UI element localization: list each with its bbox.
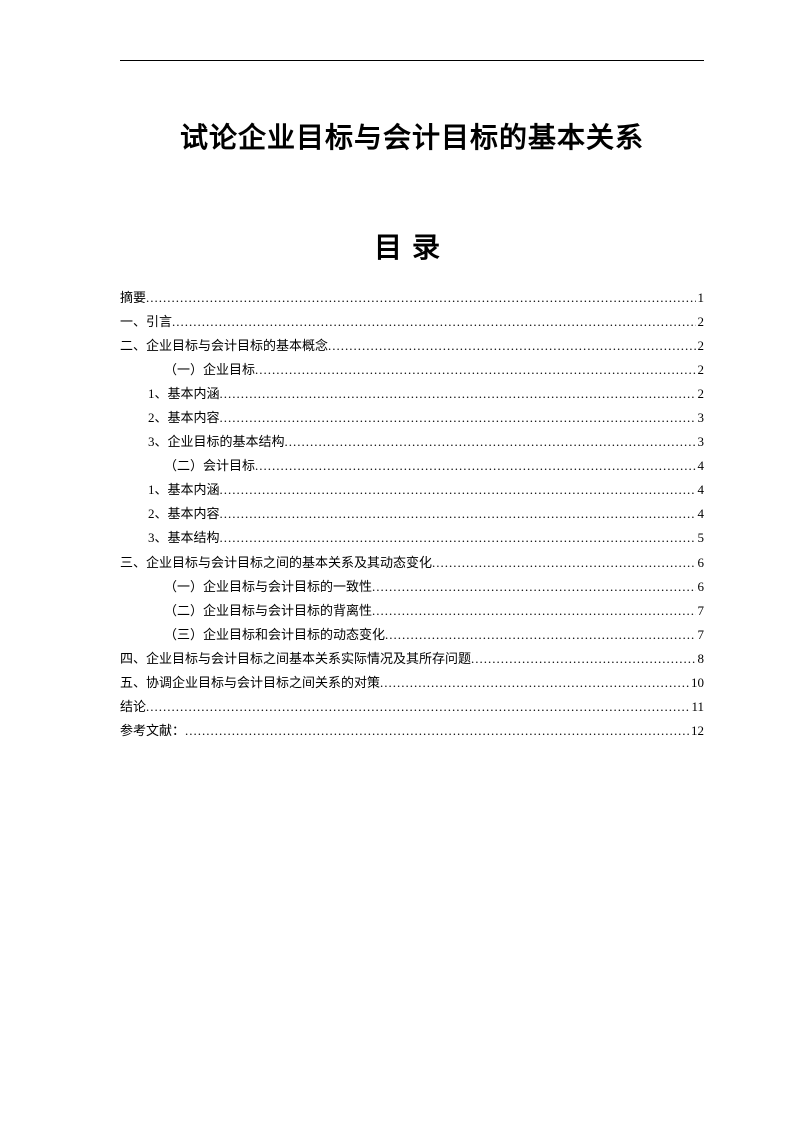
toc-entry-page: 12 bbox=[689, 719, 704, 743]
toc-entry-page: 5 bbox=[696, 526, 705, 550]
toc-entry-page: 6 bbox=[696, 551, 705, 575]
toc-entry: 二、企业目标与会计目标的基本概念 2 bbox=[120, 334, 704, 358]
toc-entry: （二）企业目标与会计目标的背离性 7 bbox=[120, 599, 704, 623]
toc-entry-label: 四、企业目标与会计目标之间基本关系实际情况及其所存问题 bbox=[120, 647, 471, 671]
toc-entry-label: 2、基本内容 bbox=[148, 406, 220, 430]
toc-entry-page: 3 bbox=[696, 406, 705, 430]
toc-entry-label: （三）企业目标和会计目标的动态变化 bbox=[164, 623, 385, 647]
table-of-contents: 摘要1一、引言2二、企业目标与会计目标的基本概念2（一）企业目标21、基本内涵2… bbox=[120, 286, 704, 743]
toc-entry: 3、企业目标的基本结构 3 bbox=[120, 430, 704, 454]
toc-leader-dots bbox=[185, 719, 689, 743]
toc-leader-dots bbox=[328, 334, 695, 358]
toc-entry-label: 二、企业目标与会计目标的基本概念 bbox=[120, 334, 328, 358]
toc-entry-page: 11 bbox=[689, 695, 704, 719]
toc-leader-dots bbox=[285, 430, 696, 454]
toc-entry-page: 7 bbox=[696, 599, 705, 623]
toc-entry: （二）会计目标 4 bbox=[120, 454, 704, 478]
toc-entry: 参考文献： 12 bbox=[120, 719, 704, 743]
toc-entry-label: （二）企业目标与会计目标的背离性 bbox=[164, 599, 372, 623]
toc-entry-label: （二）会计目标 bbox=[164, 454, 255, 478]
toc-leader-dots bbox=[471, 647, 695, 671]
toc-entry-label: 2、基本内容 bbox=[148, 502, 220, 526]
toc-heading: 目录 bbox=[120, 226, 704, 266]
toc-leader-dots bbox=[220, 478, 696, 502]
toc-entry: 四、企业目标与会计目标之间基本关系实际情况及其所存问题 8 bbox=[120, 647, 704, 671]
toc-entry-page: 4 bbox=[696, 502, 705, 526]
toc-leader-dots bbox=[380, 671, 689, 695]
toc-entry: 五、协调企业目标与会计目标之间关系的对策 10 bbox=[120, 671, 704, 695]
toc-leader-dots bbox=[255, 358, 695, 382]
toc-entry-page: 4 bbox=[696, 478, 705, 502]
toc-entry-label: 3、企业目标的基本结构 bbox=[148, 430, 285, 454]
toc-entry: 摘要 1 bbox=[120, 286, 704, 310]
toc-entry-label: 摘要 bbox=[120, 286, 146, 310]
toc-entry-page: 2 bbox=[696, 382, 705, 406]
toc-entry: 1、基本内涵 4 bbox=[120, 478, 704, 502]
toc-entry-label: 一、引言 bbox=[120, 310, 172, 334]
toc-entry: （三）企业目标和会计目标的动态变化 7 bbox=[120, 623, 704, 647]
toc-entry-page: 3 bbox=[696, 430, 705, 454]
toc-entry: 三、企业目标与会计目标之间的基本关系及其动态变化 6 bbox=[120, 551, 704, 575]
toc-entry: （一）企业目标与会计目标的一致性 6 bbox=[120, 575, 704, 599]
toc-leader-dots bbox=[220, 406, 696, 430]
toc-leader-dots bbox=[372, 599, 695, 623]
toc-entry: 2、基本内容 3 bbox=[120, 406, 704, 430]
toc-entry-page: 4 bbox=[696, 454, 705, 478]
toc-entry-page: 6 bbox=[696, 575, 705, 599]
toc-entry: （一）企业目标 2 bbox=[120, 358, 704, 382]
toc-entry-label: （一）企业目标与会计目标的一致性 bbox=[164, 575, 372, 599]
toc-entry: 2、基本内容 4 bbox=[120, 502, 704, 526]
toc-entry-page: 7 bbox=[696, 623, 705, 647]
toc-entry: 1、基本内涵 2 bbox=[120, 382, 704, 406]
toc-leader-dots bbox=[220, 526, 696, 550]
toc-leader-dots bbox=[432, 551, 695, 575]
toc-entry-page: 2 bbox=[696, 358, 705, 382]
toc-leader-dots bbox=[372, 575, 695, 599]
toc-entry-label: 三、企业目标与会计目标之间的基本关系及其动态变化 bbox=[120, 551, 432, 575]
toc-entry-label: 五、协调企业目标与会计目标之间关系的对策 bbox=[120, 671, 380, 695]
toc-leader-dots bbox=[146, 286, 695, 310]
toc-leader-dots bbox=[385, 623, 695, 647]
toc-entry-label: 参考文献： bbox=[120, 719, 185, 743]
toc-entry: 结论 11 bbox=[120, 695, 704, 719]
toc-entry-page: 8 bbox=[696, 647, 705, 671]
toc-entry-label: 结论 bbox=[120, 695, 146, 719]
toc-entry-page: 1 bbox=[696, 286, 705, 310]
header-rule bbox=[120, 60, 704, 61]
toc-entry: 一、引言 2 bbox=[120, 310, 704, 334]
toc-leader-dots bbox=[172, 310, 695, 334]
toc-leader-dots bbox=[146, 695, 689, 719]
toc-entry-label: 1、基本内涵 bbox=[148, 382, 220, 406]
document-page: 试论企业目标与会计目标的基本关系 目录 摘要1一、引言2二、企业目标与会计目标的… bbox=[0, 0, 794, 803]
toc-entry-label: 1、基本内涵 bbox=[148, 478, 220, 502]
toc-entry-page: 10 bbox=[689, 671, 704, 695]
toc-entry-page: 2 bbox=[696, 310, 705, 334]
toc-entry-label: （一）企业目标 bbox=[164, 358, 255, 382]
document-title: 试论企业目标与会计目标的基本关系 bbox=[120, 116, 704, 156]
toc-entry-page: 2 bbox=[696, 334, 705, 358]
toc-leader-dots bbox=[255, 454, 695, 478]
toc-entry: 3、基本结构 5 bbox=[120, 526, 704, 550]
toc-leader-dots bbox=[220, 382, 696, 406]
toc-entry-label: 3、基本结构 bbox=[148, 526, 220, 550]
toc-leader-dots bbox=[220, 502, 696, 526]
